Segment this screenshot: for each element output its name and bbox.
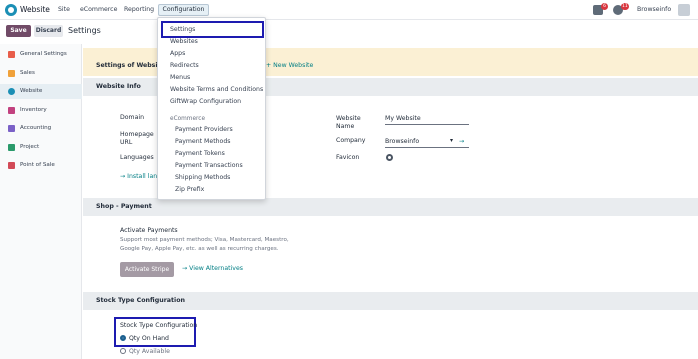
install-languages-link[interactable]: → Install lan	[120, 173, 157, 180]
sidebar-item-accounting[interactable]: Accounting	[0, 121, 82, 136]
menu-item-websites[interactable]: Websites	[170, 38, 198, 45]
sidebar-item-inventory[interactable]: Inventory	[0, 103, 82, 118]
inventory-icon	[8, 107, 15, 114]
shop-payment-header: Shop - Payment	[83, 198, 698, 216]
stock-type-header: Stock Type Configuration	[83, 292, 698, 310]
section-title: Website Info	[96, 83, 141, 90]
menu-item-website-terms[interactable]: Website Terms and Conditions	[170, 86, 263, 93]
favicon-icon[interactable]	[386, 154, 393, 161]
menu-item-redirects[interactable]: Redirects	[170, 62, 199, 69]
accounting-icon	[8, 125, 15, 132]
company-select[interactable]: Browseinfo	[385, 138, 419, 145]
menu-reporting[interactable]: Reporting	[124, 6, 154, 13]
general-settings-icon	[8, 51, 15, 58]
payments-desc-line1: Support most payment methods; Visa, Mast…	[120, 237, 289, 243]
sidebar-item-label: General Settings	[20, 51, 67, 57]
menu-item-payment-providers[interactable]: Payment Providers	[175, 126, 233, 133]
activity-badge: 11	[621, 3, 629, 10]
activate-stripe-button[interactable]: Activate Stripe	[120, 262, 174, 277]
section-title: Stock Type Configuration	[96, 297, 186, 304]
sidebar-item-label: Point of Sale	[20, 162, 55, 168]
menu-item-shipping-methods[interactable]: Shipping Methods	[175, 174, 230, 181]
company-underline	[385, 147, 469, 148]
sidebar-item-label: Project	[20, 144, 40, 150]
settings-sidebar: General Settings Sales Website Inventory…	[0, 44, 82, 359]
ecommerce-section-header: eCommerce	[170, 116, 206, 122]
stock-type-label: Stock Type Configuration	[120, 322, 198, 329]
company-open-icon[interactable]: →	[459, 138, 464, 145]
website-app-icon[interactable]	[5, 4, 17, 16]
menu-site[interactable]: Site	[58, 6, 70, 13]
qty-on-hand-radio[interactable]	[120, 335, 126, 341]
configuration-dropdown: Settings Websites Apps Redirects Menus W…	[157, 17, 266, 200]
sidebar-item-sales[interactable]: Sales	[0, 66, 82, 81]
menu-ecommerce[interactable]: eCommerce	[80, 6, 117, 13]
website-name-underline	[385, 124, 469, 125]
menu-item-menus[interactable]: Menus	[170, 74, 190, 81]
activate-payments-label: Activate Payments	[120, 227, 178, 234]
section-title: Shop - Payment	[96, 203, 152, 210]
save-button[interactable]: Save	[6, 25, 31, 37]
user-name[interactable]: Browseinfo	[637, 6, 671, 13]
company-label: Company	[336, 137, 366, 144]
menu-item-apps[interactable]: Apps	[170, 50, 185, 57]
website-name-label: Website Name	[336, 115, 361, 130]
sidebar-item-project[interactable]: Project	[0, 140, 82, 155]
menu-item-settings[interactable]: Settings	[170, 26, 195, 33]
menu-item-giftwrap-config[interactable]: GiftWrap Configuration	[170, 98, 241, 105]
favicon-label: Favicon	[336, 154, 360, 161]
qty-available-radio[interactable]	[120, 348, 126, 354]
user-avatar[interactable]	[678, 4, 690, 16]
top-navbar: Website Site eCommerce Reporting Configu…	[0, 0, 698, 20]
sales-icon	[8, 70, 15, 77]
homepage-url-label: Homepage URL	[120, 131, 154, 146]
menu-item-payment-tokens[interactable]: Payment Tokens	[175, 150, 225, 157]
settings-of-website-label: Settings of Website	[96, 62, 165, 69]
company-dropdown-icon[interactable]: ▾	[450, 137, 453, 144]
sidebar-item-label: Accounting	[20, 125, 52, 131]
languages-label: Languages	[120, 154, 154, 161]
menu-configuration[interactable]: Configuration	[158, 4, 209, 16]
domain-label: Domain	[120, 114, 145, 121]
sidebar-item-label: Inventory	[20, 107, 47, 113]
qty-available-label[interactable]: Qty Available	[129, 348, 170, 355]
sidebar-item-general-settings[interactable]: General Settings	[0, 47, 82, 62]
app-name[interactable]: Website	[20, 5, 50, 14]
menu-item-payment-methods[interactable]: Payment Methods	[175, 138, 231, 145]
menu-item-payment-transactions[interactable]: Payment Transactions	[175, 162, 243, 169]
messages-badge: 6	[601, 3, 608, 10]
new-website-button[interactable]: + New Website	[266, 62, 313, 69]
sidebar-item-label: Website	[20, 88, 43, 94]
website-name-input[interactable]: My Website	[385, 115, 421, 122]
project-icon	[8, 144, 15, 151]
view-alternatives-link[interactable]: → View Alternatives	[182, 265, 243, 272]
sidebar-item-point-of-sale[interactable]: Point of Sale	[0, 158, 82, 173]
website-icon	[8, 88, 15, 95]
sidebar-item-label: Sales	[20, 70, 35, 76]
breadcrumb: Settings	[68, 26, 101, 35]
payments-desc-line2: Google Pay, Apple Pay, etc. as well as r…	[120, 246, 279, 252]
point-of-sale-icon	[8, 162, 15, 169]
discard-button[interactable]: Discard	[34, 25, 63, 37]
qty-on-hand-label[interactable]: Qty On Hand	[129, 335, 169, 342]
sidebar-item-website[interactable]: Website	[0, 84, 82, 99]
menu-item-zip-prefix[interactable]: Zip Prefix	[175, 186, 204, 193]
